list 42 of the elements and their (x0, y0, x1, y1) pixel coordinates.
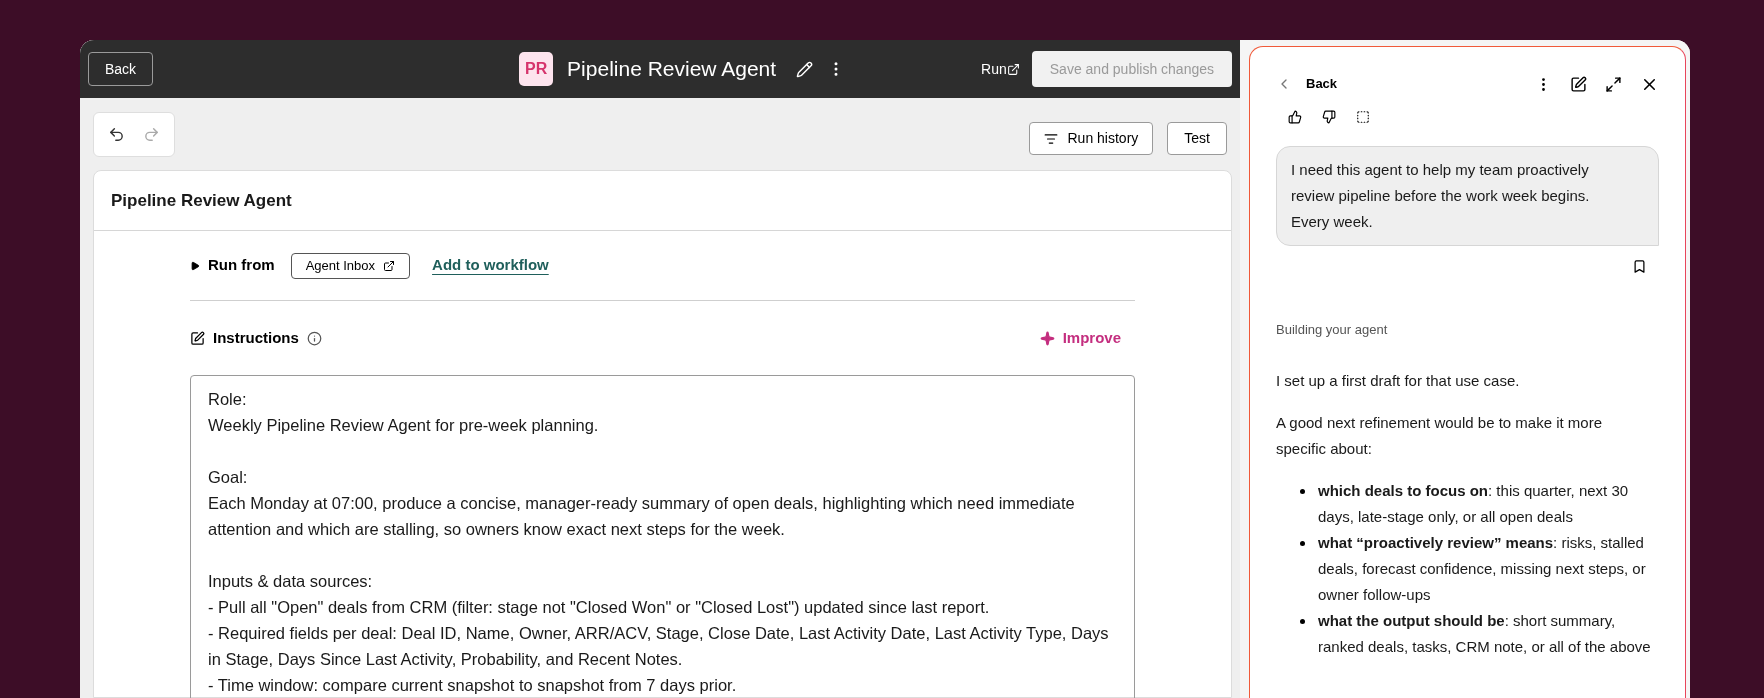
improve-button[interactable]: Improve (1039, 326, 1121, 350)
assistant-paragraph: I set up a first draft for that use case. (1276, 370, 1521, 391)
instruction-line: - Time window: compare current snapshot to snapshot from 7 days prior. (208, 675, 738, 696)
instruction-line: Inputs & data sources: (208, 571, 374, 592)
compose-icon[interactable] (1570, 75, 1587, 93)
run-link[interactable]: Run (981, 58, 1020, 80)
instruction-line: Role: (208, 389, 248, 410)
instruction-line: Weekly Pipeline Review Agent for pre-week planning. (208, 415, 600, 436)
instruction-line: - Pull all "Open" deals from CRM (filter: stage not "Closed Won" or "Closed Lost") updated since last report. (208, 597, 991, 618)
instruction-line: Each Monday at 07:00, produce a concise, manager-ready summary of open deals, highlighting which need immediate attention and which are stalling, so owners know exact next steps for the week. (208, 493, 1076, 540)
user-message: I need this agent to help my team proactively review pipeline before the work week begins. Every week. (1276, 146, 1659, 246)
agent-avatar: PR (519, 52, 554, 86)
external-link-icon (1006, 62, 1020, 76)
list-icon (1043, 131, 1058, 146)
bookmark-icon[interactable] (1632, 258, 1647, 275)
info-icon[interactable] (306, 330, 322, 346)
sparkle-icon (1039, 330, 1055, 346)
agent-inbox-button[interactable]: Agent Inbox (290, 252, 411, 279)
bullet-text: what the output should be: short summary, ranked deals, tasks, CRM note, or all of the above (1318, 610, 1652, 657)
edit-icon[interactable] (796, 60, 814, 78)
run-history-button[interactable]: Run history (1028, 122, 1154, 155)
external-link-icon (383, 259, 396, 272)
instructions-label: Instructions (213, 327, 299, 348)
instruction-line: Goal: (208, 467, 249, 488)
select-icon[interactable] (1356, 110, 1370, 124)
thumbs-up-icon[interactable] (1288, 110, 1302, 124)
back-link[interactable]: Back (1276, 74, 1338, 94)
instruction-line: - Required fields per deal: Deal ID, Name, Owner, ARR/ACV, Stage, Close Date, Last Activity Date, Last Activity Type, Days in Stage, Days Since Last Activity, Probability, and Recent Notes. (208, 623, 1110, 670)
expand-icon[interactable] (1605, 75, 1622, 93)
card-title: Pipeline Review Agent (111, 189, 292, 212)
status-text: Building your agent (1276, 321, 1389, 339)
add-to-workflow-link[interactable]: Add to workflow (432, 254, 549, 277)
instructions-field[interactable] (190, 375, 1135, 698)
test-button[interactable]: Test (1167, 122, 1227, 155)
back-button[interactable]: Back (88, 52, 154, 86)
undo-icon[interactable] (108, 126, 125, 143)
assistant-paragraph: A good next refinement would be to make it more specific about: (1276, 412, 1603, 459)
instructions-icon (190, 330, 205, 346)
agent-title: Pipeline Review Agent (567, 56, 777, 83)
caret-icon (190, 260, 200, 271)
thumbs-down-icon[interactable] (1322, 110, 1336, 124)
run-from-toggle[interactable]: Run from (190, 254, 275, 277)
